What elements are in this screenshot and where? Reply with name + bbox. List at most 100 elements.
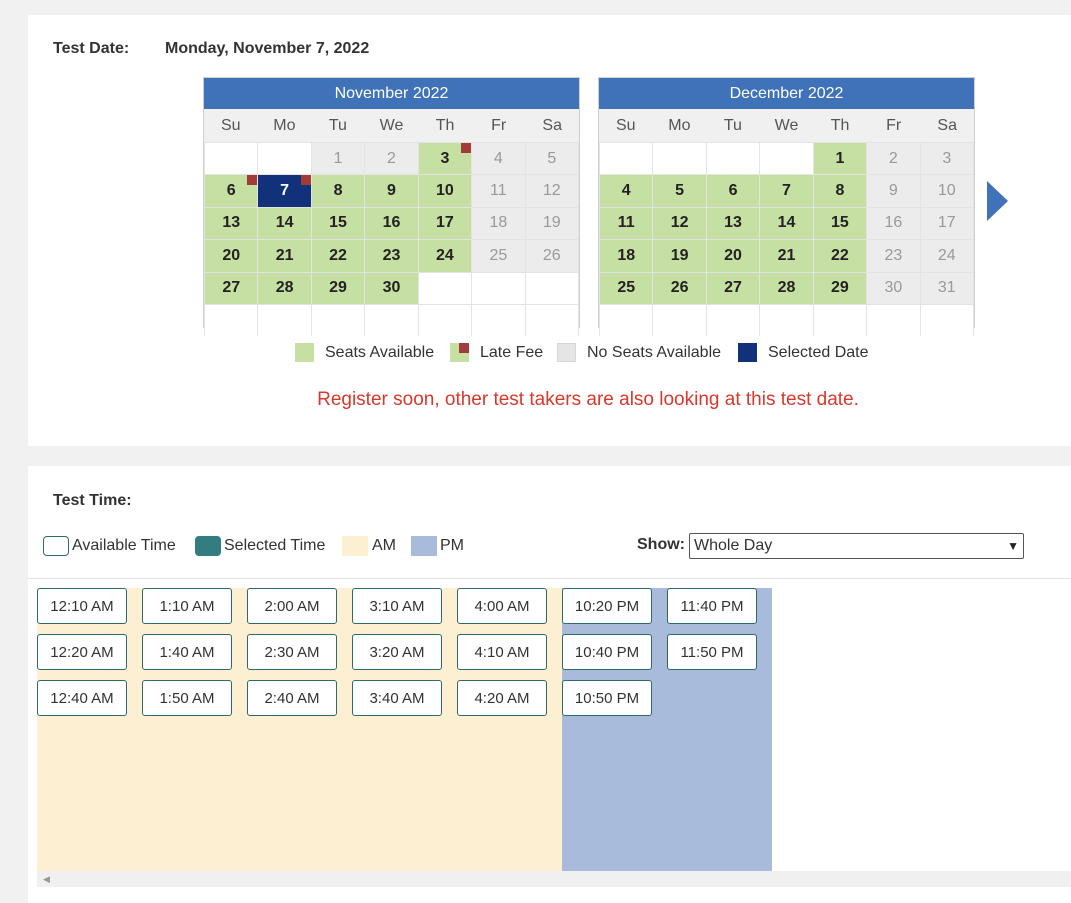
calendar-day[interactable]: 3 [418,143,472,175]
time-slot-button[interactable]: 3:40 AM [352,680,442,716]
time-slot-button[interactable]: 10:40 PM [562,634,652,670]
calendar-day[interactable]: 18 [600,240,653,272]
calendar-day[interactable]: 28 [760,272,813,304]
calendar-day[interactable]: 15 [813,207,867,240]
test-time-panel: Test Time: Available Time Selected Time … [28,466,1071,903]
calendar-day: 23 [867,240,920,272]
calendar-day[interactable]: 27 [205,272,258,304]
calendar-day[interactable]: 15 [311,207,365,240]
time-slot-button[interactable]: 1:40 AM [142,634,232,670]
calendar-day: 19 [525,207,578,240]
calendar-day[interactable]: 23 [365,240,418,272]
time-slot-button[interactable]: 4:20 AM [457,680,547,716]
show-select[interactable]: Whole Day ▼ [689,533,1024,559]
time-slot-button[interactable]: 3:20 AM [352,634,442,670]
calendar-day[interactable]: 11 [600,207,653,240]
weekday-header: Su Mo Tu We Th Fr Sa [204,109,579,142]
calendar-empty-cell [525,304,578,337]
time-slot-button[interactable]: 11:40 PM [667,588,757,624]
calendar-empty-cell [525,272,578,304]
weekday-label: Fr [886,117,902,134]
calendar-day: 2 [365,143,418,175]
time-slot-button[interactable]: 1:50 AM [142,680,232,716]
calendar-day[interactable]: 12 [653,207,706,240]
calendar-day[interactable]: 4 [600,175,653,207]
calendar-day[interactable]: 13 [205,207,258,240]
calendar-day[interactable]: 10 [418,175,472,207]
time-slot-button[interactable]: 10:20 PM [562,588,652,624]
calendar-day[interactable]: 28 [258,272,311,304]
calendar-day[interactable]: 21 [760,240,813,272]
time-slot-button[interactable]: 12:40 AM [37,680,127,716]
time-slot-button[interactable]: 11:50 PM [667,634,757,670]
calendar-day: 9 [867,175,920,207]
calendar-day[interactable]: 20 [205,240,258,272]
calendar-day[interactable]: 5 [653,175,706,207]
time-slot-button[interactable]: 2:00 AM [247,588,337,624]
legend-label: Selected Date [768,343,869,361]
calendar-day[interactable]: 16 [365,207,418,240]
calendar-day: 18 [472,207,525,240]
seats-available-swatch [295,343,314,362]
horizontal-scrollbar[interactable]: ◀ [37,871,1071,887]
calendar-day[interactable]: 27 [706,272,760,304]
calendar-day: 17 [920,207,973,240]
calendar-day[interactable]: 26 [653,272,706,304]
legend-label: Selected Time [224,537,326,554]
calendar-empty-cell [418,272,472,304]
legend-am: AM [342,536,396,556]
calendar-day[interactable]: 25 [600,272,653,304]
calendar-day[interactable]: 7 [258,175,312,207]
calendar-day: 25 [472,240,525,272]
calendar-day[interactable]: 7 [760,175,813,207]
calendar-day[interactable]: 19 [653,240,706,272]
time-slot-button[interactable]: 12:20 AM [37,634,127,670]
weekday-label: Th [435,117,455,134]
time-slot-button[interactable]: 2:30 AM [247,634,337,670]
weekday-header: Su Mo Tu We Th Fr Sa [599,109,974,142]
calendar-day[interactable]: 14 [258,207,311,240]
calendar-day[interactable]: 17 [418,207,472,240]
calendar-empty-cell [205,143,258,175]
calendar-day[interactable]: 9 [365,175,418,207]
time-slot-button[interactable]: 12:10 AM [37,588,127,624]
calendar-day[interactable]: 29 [813,272,867,304]
selected-date-text: Monday, November 7, 2022 [165,40,370,57]
calendar-day[interactable]: 8 [813,175,867,207]
calendar-day[interactable]: 14 [760,207,813,240]
time-slot-button[interactable]: 10:50 PM [562,680,652,716]
am-band [37,588,562,871]
calendar-day: 10 [920,175,973,207]
calendar-empty-cell [760,143,813,175]
time-slot-button[interactable]: 1:10 AM [142,588,232,624]
calendar-day[interactable]: 13 [706,207,760,240]
calendar-empty-cell [706,143,760,175]
time-slot-button[interactable]: 2:40 AM [247,680,337,716]
calendar-day[interactable]: 22 [813,240,867,272]
calendar-day[interactable]: 1 [813,143,867,175]
weekday-label: We [379,117,404,134]
calendar-day[interactable]: 22 [311,240,365,272]
calendar-day[interactable]: 29 [311,272,365,304]
triangle-left-icon[interactable]: ◀ [43,874,50,885]
calendar-empty-cell [760,304,813,337]
time-slot-button[interactable]: 3:10 AM [352,588,442,624]
calendar-day[interactable]: 8 [311,175,365,207]
time-slot-button[interactable]: 4:00 AM [457,588,547,624]
calendar-empty-cell [258,143,311,175]
calendar-day-grid: 1 2 3 4 5 6 7 8 9 10 11 12 13 14 15 16 17 18 19 20 21 22 23 24 2… [599,142,974,337]
am-swatch [342,536,368,556]
calendar-day[interactable]: 21 [258,240,311,272]
calendar-day[interactable]: 30 [365,272,418,304]
legend-label: Seats Available [325,343,435,361]
calendar-day[interactable]: 20 [706,240,760,272]
legend-label: AM [372,537,396,554]
time-slot-button[interactable]: 4:10 AM [457,634,547,670]
calendar-day[interactable]: 6 [205,175,258,207]
legend-selected-time: Selected Time [195,536,325,556]
chevron-down-icon: ▼ [1007,539,1019,553]
calendar-month-title: December 2022 [599,78,974,109]
calendar-day[interactable]: 24 [418,240,472,272]
calendar-day[interactable]: 6 [706,175,760,207]
next-month-arrow-icon[interactable] [987,181,1008,221]
